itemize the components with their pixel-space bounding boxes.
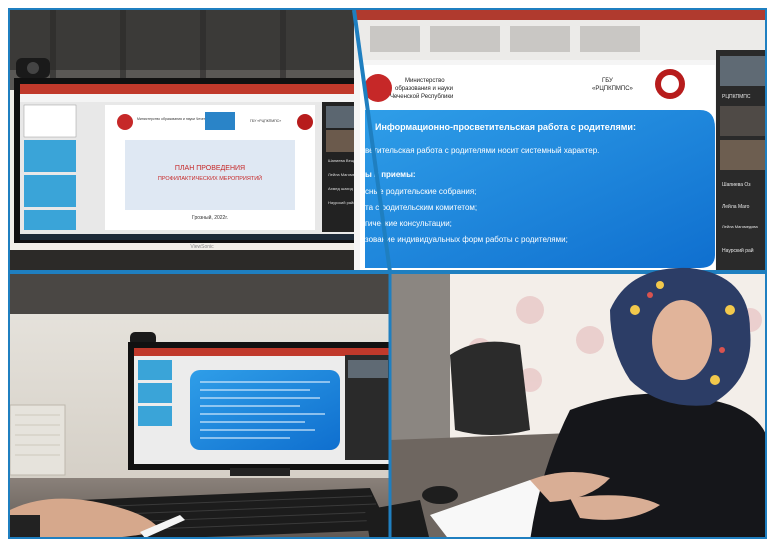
org-right-text: ГБУ «РЦПКПМПС» [250,119,281,123]
photo-bottom-left: ViewSonic [10,274,390,537]
participant-name: Наурский район [328,200,358,205]
slide-bullet: зование индивидуальных форм работы с род… [365,235,568,244]
participant-name: Лейла Магомед [328,172,358,177]
photo-top-right: Министерство образования и науки Чеченск… [354,10,765,272]
participant-name: Лейла Маго [722,203,750,210]
slide-bullet: сные родительские собрания; [365,187,476,196]
participant-name: РЦПКПМПС [722,94,751,100]
org-left-line-2: образования и науки [395,86,453,92]
org-left-line-1: Министерство [405,78,445,84]
photo-bottom-right [365,267,765,537]
org-right-line-2: «РЦПКПМПС» [592,86,634,92]
slide-title-line-2: ПРОФИЛАКТИЧЕСКИХ МЕРОПРИЯТИЙ [158,174,262,182]
webcam-icon [16,58,50,78]
slide-heading: Информационно-просветительская работа с … [375,122,636,132]
participant-name: Лейла Магомедова [722,224,758,229]
org-right-line-1: ГБУ [602,78,613,84]
slide-title-page: Министерство образования и науки Чеченск… [105,105,315,230]
slide-title-line-1: ПЛАН ПРОВЕДЕНИЯ [175,165,245,172]
slide-subheading: ы и приемы: [365,170,416,179]
slide-footer: Грозный, 2022г. [192,214,228,221]
participant-name: Ахмед шахид [328,186,354,191]
participant-name: Шапиева Оз [722,182,751,188]
slide-bullet: гические консультации; [365,219,452,228]
org-left-line-3: Чеченской Республики [390,93,453,100]
slide-line: ветительская работа с родителями носит с… [365,146,599,155]
photo-top-left: Министерство образования и науки Чеченск… [10,10,390,272]
participant-name: Наурский рай [722,247,754,254]
monitor-brand: ViewSonic [190,244,214,250]
photo-collage: Министерство образования и науки Чеченск… [8,8,767,539]
collage-scene: Министерство образования и науки Чеченск… [10,10,765,537]
